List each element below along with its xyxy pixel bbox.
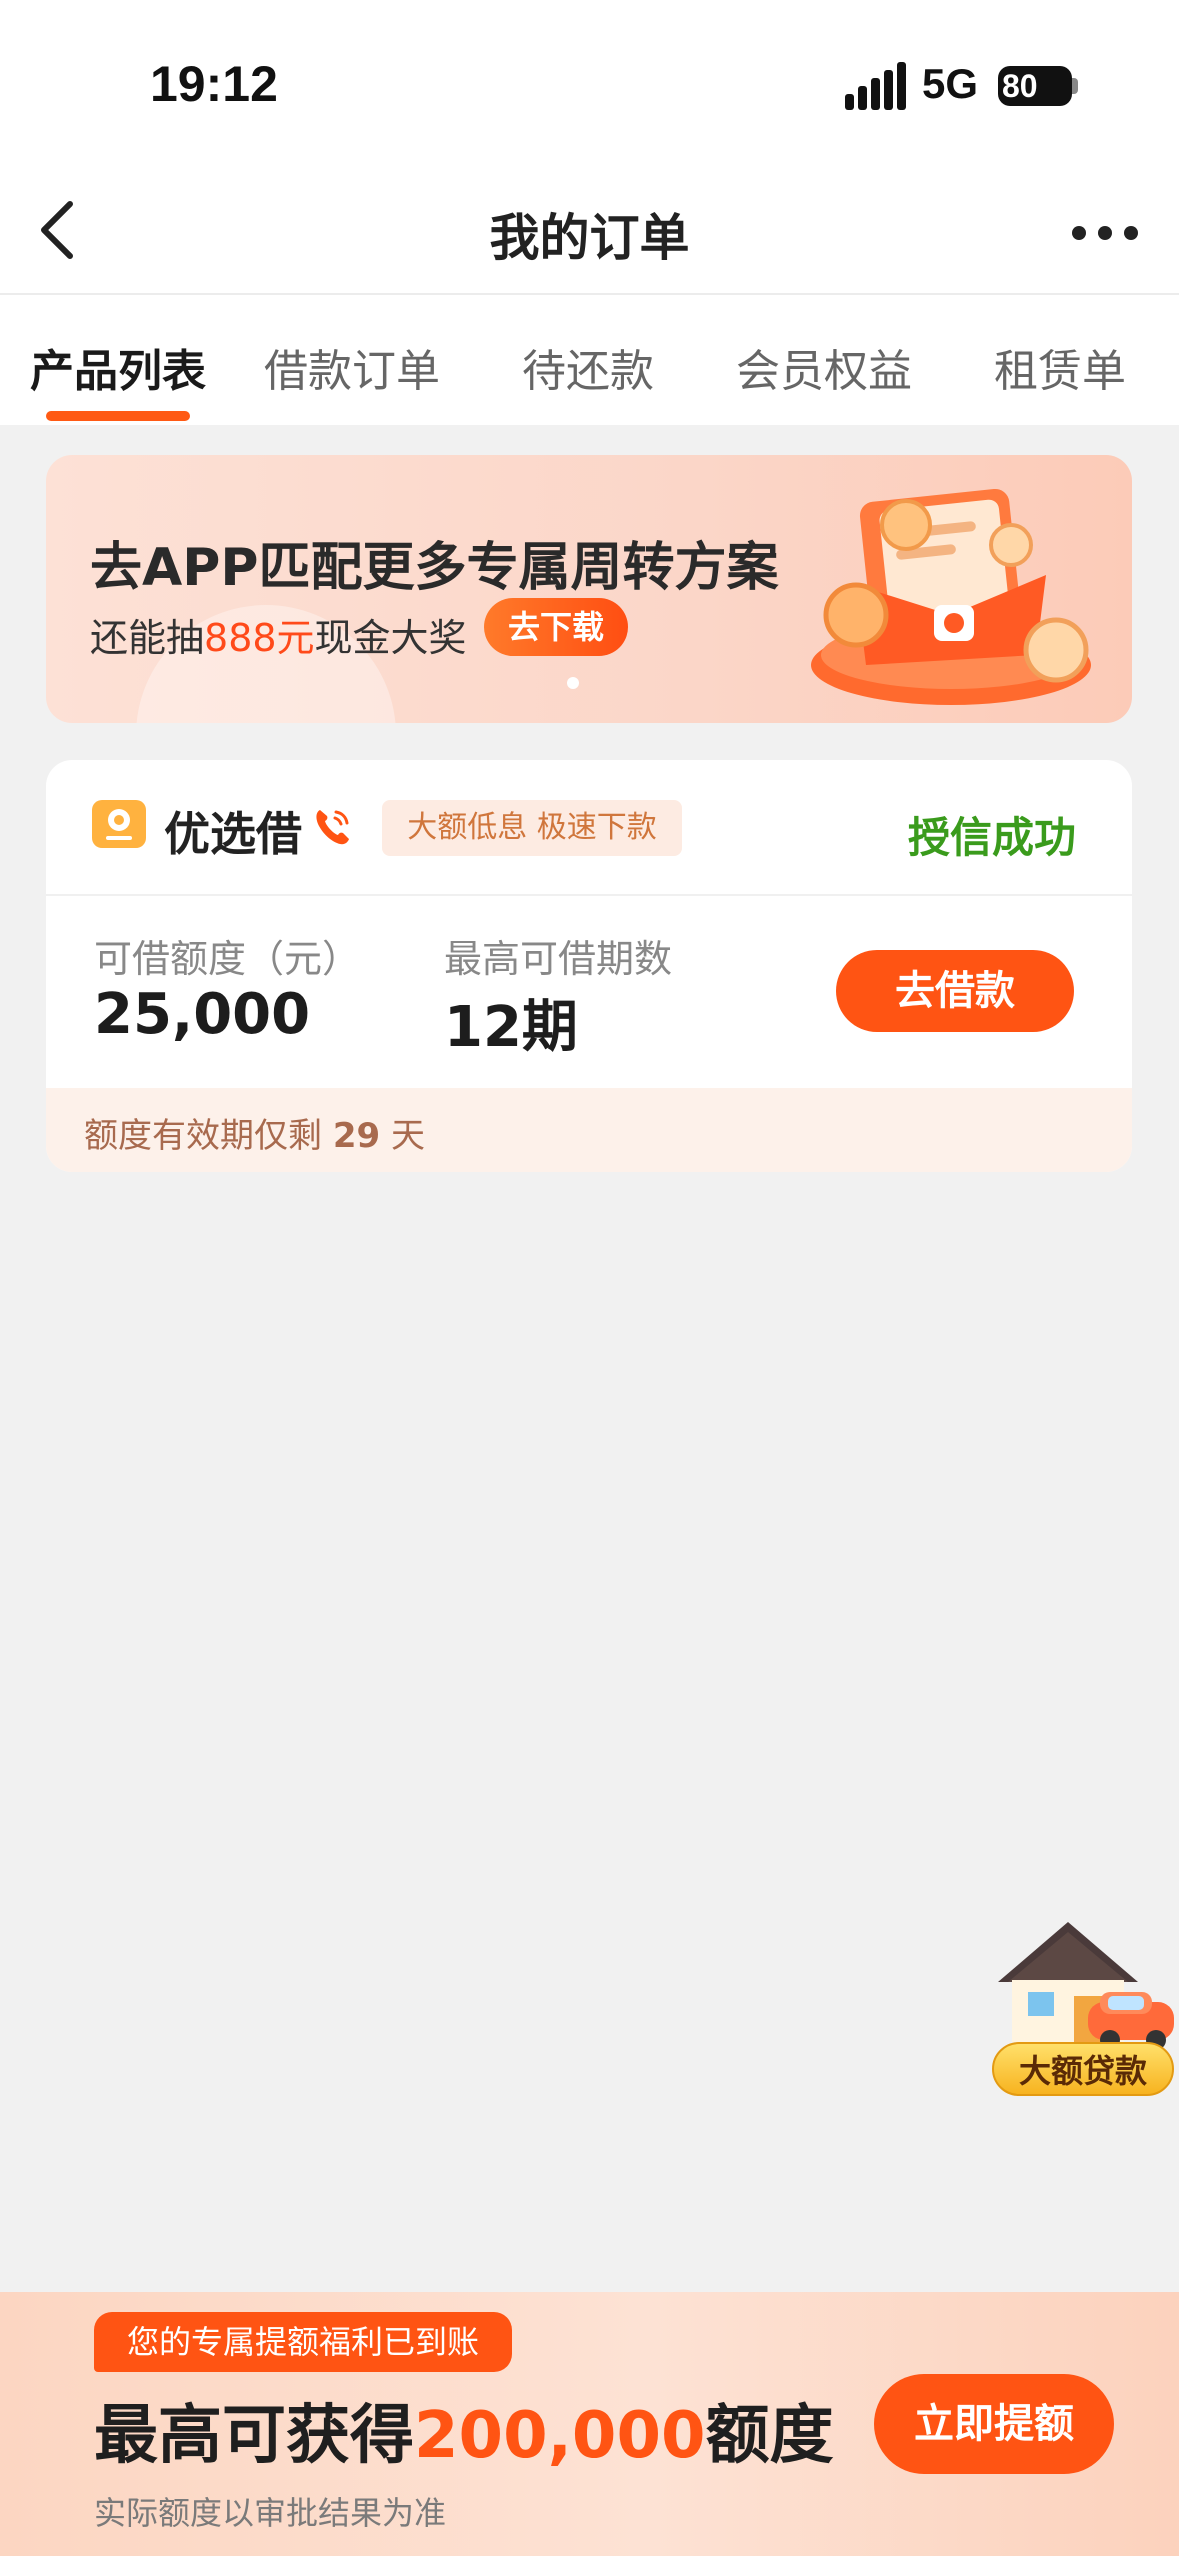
battery-icon: 80 — [998, 66, 1072, 106]
promo-tag: 您的专属提额福利已到账 — [94, 2312, 512, 2372]
raise-limit-button[interactable]: 立即提额 — [874, 2374, 1114, 2474]
tab-bar: 产品列表 借款订单 待还款 会员权益 租赁单 — [0, 295, 1179, 425]
page-title: 我的订单 — [489, 209, 690, 267]
network-type: 5G — [922, 60, 979, 107]
download-button[interactable]: 去下载 — [484, 598, 628, 656]
battery-tip — [1072, 78, 1078, 94]
product-logo-icon — [92, 800, 146, 848]
amount-value: 25,000 — [94, 982, 311, 1047]
validity-bar: 额度有效期仅剩 29 天 — [46, 1088, 1132, 1172]
more-icon — [1072, 226, 1086, 240]
validity-prefix: 额度有效期仅剩 — [84, 1116, 322, 1156]
active-tab-indicator — [46, 411, 190, 421]
phone-icon[interactable] — [310, 804, 354, 848]
validity-text: 额度有效期仅剩 29 天 — [84, 1108, 425, 1157]
navigation-bar: 我的订单 — [0, 170, 1179, 295]
banner-prize-amount: 888元 — [204, 616, 315, 660]
house-car-icon — [998, 1922, 1174, 2050]
tab-product-list[interactable]: 产品列表 — [30, 335, 206, 399]
tab-member-benefits[interactable]: 会员权益 — [736, 335, 912, 399]
big-loan-label: 大额贷款 — [992, 2042, 1174, 2096]
promo-max-amount: 200,000 — [414, 2399, 706, 2473]
signal-icon — [845, 62, 906, 110]
product-card-header: 优选借 大额低息 极速下款 授信成功 — [46, 760, 1132, 896]
tab-lease-orders[interactable]: 租赁单 — [994, 335, 1126, 399]
credit-status: 授信成功 — [907, 813, 1076, 862]
promo-headline: 最高可获得200,000额度 — [94, 2384, 834, 2476]
banner-subtitle: 还能抽888元现金大奖 — [90, 607, 467, 662]
tab-pending-repayment[interactable]: 待还款 — [522, 335, 654, 399]
borrow-button[interactable]: 去借款 — [836, 950, 1074, 1032]
carousel-indicator — [567, 677, 579, 689]
period-label: 最高可借期数 — [444, 937, 673, 981]
tab-loan-orders[interactable]: 借款订单 — [264, 335, 440, 399]
credit-raise-promo: 您的专属提额福利已到账 最高可获得200,000额度 实际额度以审批结果为准 立… — [0, 2292, 1179, 2556]
product-name: 优选借 — [164, 807, 302, 861]
product-card: 优选借 大额低息 极速下款 授信成功 可借额度（元） 25,000 最高可借期数… — [46, 760, 1132, 1172]
more-button[interactable] — [1060, 208, 1150, 258]
product-tag: 大额低息 极速下款 — [382, 800, 682, 856]
promo-headline-prefix: 最高可获得 — [94, 2399, 414, 2473]
validity-suffix: 天 — [390, 1116, 425, 1156]
banner-sub-prefix: 还能抽 — [90, 616, 205, 660]
validity-days: 29 — [332, 1116, 381, 1156]
promo-headline-suffix: 额度 — [705, 2399, 834, 2473]
wallet-coins-illustration-icon — [811, 488, 1091, 705]
promo-note: 实际额度以审批结果为准 — [94, 2494, 447, 2532]
big-loan-floating-button[interactable]: 大额贷款 — [988, 1912, 1179, 2104]
download-app-banner[interactable]: 去APP匹配更多专属周转方案 还能抽888元现金大奖 去下载 — [46, 455, 1132, 723]
status-time: 19:12 — [150, 56, 278, 112]
period-value: 12期 — [444, 995, 578, 1060]
banner-sub-suffix: 现金大奖 — [314, 616, 467, 660]
banner-title: 去APP匹配更多专属周转方案 — [90, 538, 779, 598]
amount-label: 可借额度（元） — [94, 937, 361, 981]
status-bar: 19:12 5G 80 — [0, 0, 1179, 170]
battery-level: 80 — [1002, 68, 1038, 104]
